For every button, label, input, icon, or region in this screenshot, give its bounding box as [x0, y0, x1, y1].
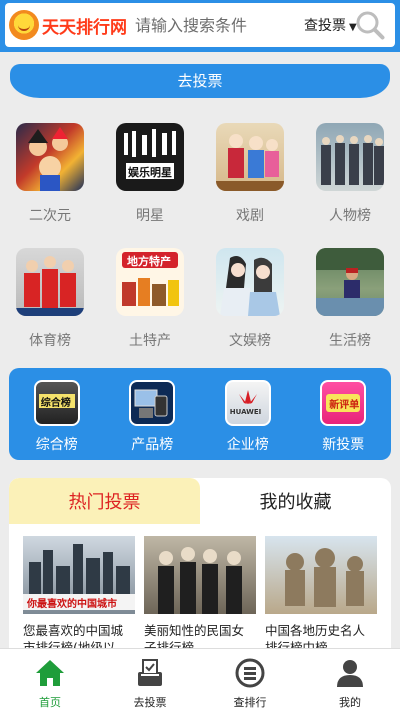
vote-icon: [138, 659, 162, 686]
category-specialty[interactable]: 地方特产 土特产: [100, 248, 200, 350]
search-icon[interactable]: [355, 10, 385, 40]
category-label: 生活榜: [329, 333, 371, 349]
nav-home[interactable]: 首页: [0, 649, 100, 711]
ranking-enterprise[interactable]: HUAWEI 企业榜: [200, 368, 296, 460]
specialty-thumb: 地方特产: [116, 248, 184, 316]
tab-label: 热门投票: [68, 492, 141, 513]
ranking-label: 综合榜: [35, 437, 78, 453]
sports-thumb: [16, 248, 84, 316]
category-life[interactable]: 生活榜: [300, 248, 400, 350]
ranking-product[interactable]: 产品榜: [105, 368, 201, 460]
tab-hot-votes[interactable]: 热门投票: [9, 478, 200, 524]
ranking-label: 产品榜: [131, 437, 174, 453]
tab-my-favorites[interactable]: 我的收藏: [200, 478, 391, 524]
go-vote-button[interactable]: 去投票: [10, 64, 390, 98]
top-header: 天天排行网 查投票▼: [0, 0, 400, 52]
sun-logo-icon: [9, 10, 39, 40]
category-label: 文娱榜: [229, 333, 271, 349]
nav-mine[interactable]: 我的: [300, 649, 400, 711]
ranking-new-vote[interactable]: 新评单 新投票: [296, 368, 392, 460]
search-bar: 天天排行网 查投票▼: [5, 3, 395, 47]
home-icon: [36, 660, 64, 686]
category-label: 明星: [136, 208, 164, 224]
opera-thumb: [216, 123, 284, 191]
comprehensive-ranking-icon: 综合榜: [33, 380, 80, 426]
go-vote-label: 去投票: [177, 72, 223, 90]
ranking-label: 新投票: [322, 437, 365, 453]
new-vote-icon-text: 新评单: [329, 400, 360, 411]
category-label: 土特产: [129, 333, 171, 349]
ranking-comprehensive[interactable]: 综合榜 综合榜: [9, 368, 105, 460]
entertainment-thumb: [216, 248, 284, 316]
search-type-dropdown[interactable]: 查投票 ▼: [304, 15, 357, 35]
category-grid: 二次元 娱乐明星 明星 戏剧 人物榜 体育榜 地方特产 土特产 文娱榜 生活榜: [0, 123, 400, 350]
nav-label: 去投票: [133, 696, 167, 709]
site-logo[interactable]: 天天排行网: [9, 10, 127, 40]
nav-label: 查排行: [233, 696, 267, 709]
vote-card[interactable]: 中国各地历史名人排行榜中榜: [265, 536, 377, 656]
ranking-label: 企业榜: [226, 437, 269, 453]
ranking-panel: 综合榜 综合榜 产品榜 HUAWEI 企业榜 新评单 新投票: [9, 368, 391, 460]
tab-bar: 热门投票 我的收藏: [9, 478, 391, 524]
enterprise-ranking-icon: HUAWEI: [224, 380, 271, 426]
bottom-nav: 首页 去投票 查排行 我的: [0, 648, 400, 711]
new-vote-icon: 新评单: [320, 380, 367, 426]
nav-label: 我的: [339, 696, 361, 709]
category-opera[interactable]: 戏剧: [200, 123, 300, 225]
vote-card[interactable]: 美丽知性的民国女子排行榜: [144, 536, 256, 656]
celebrity-thumb-text: 娱乐明星: [128, 166, 172, 179]
category-celebrity[interactable]: 娱乐明星 明星: [100, 123, 200, 225]
logo-text: 天天排行网: [42, 17, 127, 38]
category-people[interactable]: 人物榜: [300, 123, 400, 225]
nav-go-vote[interactable]: 去投票: [100, 649, 200, 711]
category-label: 人物榜: [329, 208, 371, 224]
search-input[interactable]: [135, 15, 300, 35]
category-label: 二次元: [29, 208, 71, 224]
historical-figures-image: [265, 536, 377, 614]
life-thumb: [316, 248, 384, 316]
nav-rankings[interactable]: 查排行: [200, 649, 300, 711]
tab-label: 我的收藏: [259, 492, 332, 513]
city-ranking-image: 你最喜欢的中国城市: [23, 536, 135, 614]
people-thumb: [316, 123, 384, 191]
comprehensive-icon-text: 综合榜: [40, 398, 71, 409]
celebrity-thumb: 娱乐明星: [116, 123, 184, 191]
city-banner-text: 你最喜欢的中国城市: [27, 599, 117, 610]
vote-card[interactable]: 你最喜欢的中国城市 您最喜欢的中国城市排行榜(地级以: [23, 536, 135, 656]
category-label: 体育榜: [29, 333, 71, 349]
category-entertainment[interactable]: 文娱榜: [200, 248, 300, 350]
nav-label: 首页: [39, 696, 61, 709]
republic-women-image: [144, 536, 256, 614]
search-type-label: 查投票: [304, 18, 346, 34]
anime-thumb: [16, 123, 84, 191]
enterprise-icon-text: HUAWEI: [229, 408, 262, 416]
ranking-icon: [235, 658, 265, 688]
category-sports[interactable]: 体育榜: [0, 248, 100, 350]
category-label: 戏剧: [236, 208, 264, 224]
product-ranking-icon: [129, 380, 176, 426]
user-icon: [337, 660, 363, 687]
vote-card-list: 你最喜欢的中国城市 您最喜欢的中国城市排行榜(地级以 美丽知性的民国女子排行榜 …: [9, 524, 391, 656]
category-anime[interactable]: 二次元: [0, 123, 100, 225]
